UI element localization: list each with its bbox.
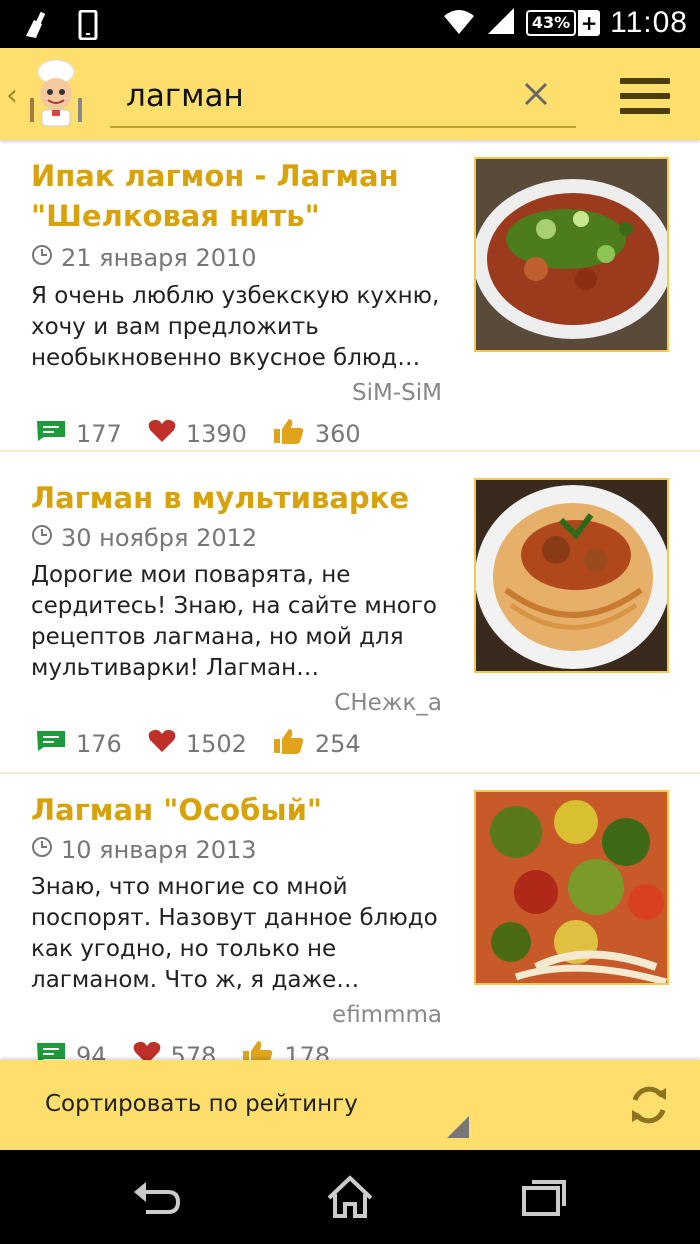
back-chevron-icon[interactable]: ‹ [6, 78, 18, 113]
likes-stat[interactable]: 1502 [148, 729, 247, 759]
thumbs-up-icon [242, 1039, 274, 1060]
recipe-date: 10 января 2013 [31, 836, 257, 864]
heart-icon [133, 1041, 161, 1060]
comment-icon [36, 420, 66, 448]
comments-stat[interactable]: 176 [36, 730, 122, 758]
recipe-stats: 177 1390 360 [36, 417, 387, 451]
clock: 11:08 [610, 6, 688, 39]
battery-indicator: 43% + [525, 10, 601, 36]
thumbs-up-icon [273, 727, 305, 761]
recipe-date-text: 10 января 2013 [61, 836, 257, 864]
recipe-date-text: 21 января 2010 [61, 244, 257, 272]
recipe-title[interactable]: Лагман "Особый" [31, 790, 451, 830]
recipe-description: Я очень люблю узбекскую кухню, хочу и ва… [31, 283, 440, 371]
recent-apps-icon[interactable] [520, 1174, 570, 1220]
recipe-list: Ипак лагмон - Лагман "Шелковая нить" 21 … [0, 140, 700, 1060]
likes-count: 1390 [185, 420, 247, 448]
likes-stat[interactable]: 578 [133, 1041, 217, 1060]
battery-percent: 43% [525, 10, 577, 36]
heart-icon [148, 729, 176, 759]
recipe-description: Дорогие мои поварята, не сердитесь! Знаю… [31, 562, 437, 681]
likes-count: 578 [170, 1042, 217, 1060]
refresh-icon[interactable] [626, 1082, 672, 1128]
clock-icon [31, 244, 53, 272]
recipe-stats: 176 1502 254 [36, 727, 387, 761]
recipe-title[interactable]: Ипак лагмон - Лагман "Шелковая нить" [31, 156, 451, 236]
app-header: ‹ [0, 48, 700, 140]
system-nav-bar [0, 1150, 700, 1244]
chef-logo[interactable] [24, 58, 88, 128]
recipe-author[interactable]: СНежк_а [334, 690, 442, 716]
comments-count: 177 [76, 420, 122, 448]
cleaner-icon [22, 10, 52, 44]
charging-icon: + [578, 10, 601, 36]
comments-stat[interactable]: 177 [36, 420, 122, 448]
sort-bar: Сортировать по рейтингу [0, 1060, 700, 1150]
comment-icon [36, 1042, 66, 1060]
recipe-author[interactable]: SiM-SiM [352, 380, 442, 406]
status-bar: 43% + 11:08 [0, 0, 700, 48]
clock-icon [31, 524, 53, 552]
phone-icon [78, 9, 98, 44]
recipe-stats: 94 578 178 [36, 1039, 356, 1060]
search-field[interactable] [110, 68, 576, 128]
comments-stat[interactable]: 94 [36, 1042, 107, 1060]
recipe-image[interactable] [474, 790, 669, 985]
recipe-date-text: 30 ноября 2012 [61, 524, 258, 552]
rating-count: 360 [314, 420, 361, 448]
rating-stat[interactable]: 360 [273, 417, 361, 451]
recipe-card[interactable]: Лагман в мультиварке 30 ноября 2012 Доро… [0, 462, 700, 774]
recipe-date: 30 ноября 2012 [31, 524, 257, 552]
thumbs-up-icon [273, 417, 305, 451]
comment-icon [36, 730, 66, 758]
rating-count: 178 [284, 1042, 331, 1060]
wifi-icon [442, 6, 476, 40]
comments-count: 94 [76, 1042, 107, 1060]
dropdown-corner-icon [447, 1116, 469, 1138]
clock-icon [31, 836, 53, 864]
likes-stat[interactable]: 1390 [148, 419, 247, 449]
clear-icon[interactable] [518, 76, 554, 112]
recipe-author[interactable]: efimmma [332, 1002, 442, 1028]
comments-count: 176 [76, 730, 122, 758]
heart-icon [148, 419, 176, 449]
recipe-image[interactable] [474, 157, 669, 352]
recipe-card[interactable]: Ипак лагмон - Лагман "Шелковая нить" 21 … [0, 140, 700, 452]
rating-count: 254 [314, 730, 361, 758]
home-icon[interactable] [325, 1174, 375, 1220]
signal-icon [486, 6, 516, 40]
recipe-title[interactable]: Лагман в мультиварке [31, 478, 451, 518]
recipe-date: 21 января 2010 [31, 244, 257, 272]
rating-stat[interactable]: 254 [273, 727, 361, 761]
search-input[interactable] [126, 74, 506, 118]
sort-dropdown[interactable]: Сортировать по рейтингу [45, 1091, 358, 1117]
back-icon[interactable] [132, 1174, 182, 1220]
rating-stat[interactable]: 178 [242, 1039, 330, 1060]
recipe-description: Знаю, что многие со мной поспорят. Назов… [31, 874, 438, 993]
hamburger-menu-icon[interactable] [620, 78, 670, 114]
likes-count: 1502 [185, 730, 247, 758]
recipe-image[interactable] [474, 478, 669, 673]
recipe-card[interactable]: Лагман "Особый" 10 января 2013 Знаю, что… [0, 774, 700, 1060]
